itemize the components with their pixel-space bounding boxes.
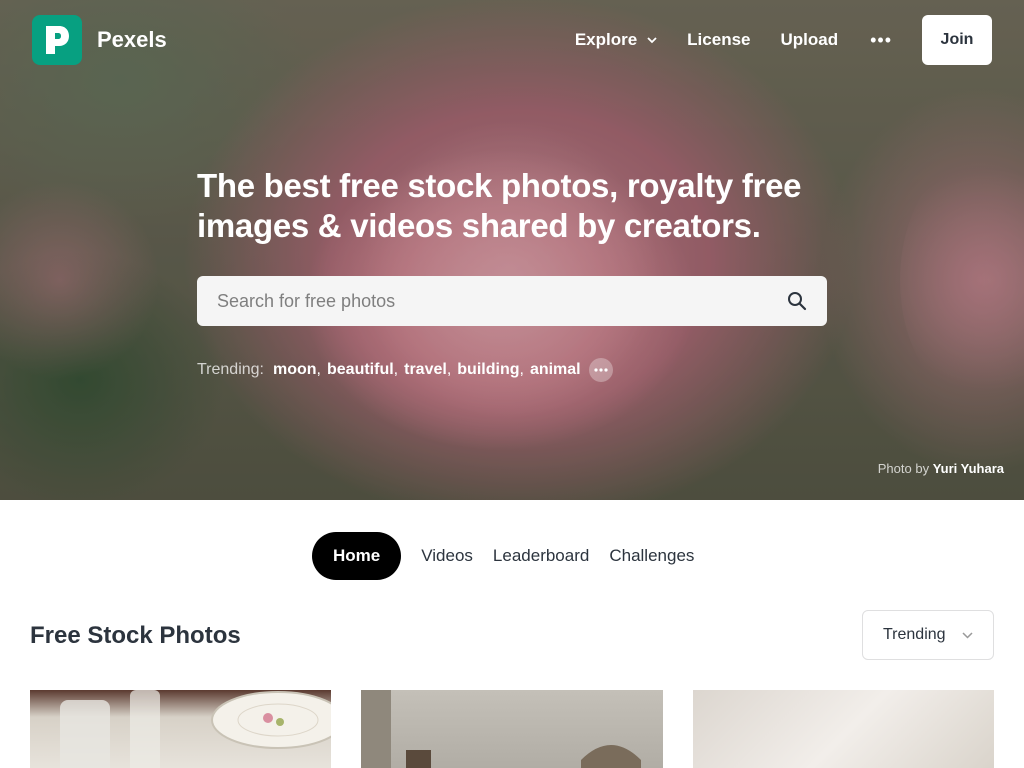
trending-tags: Trending: moon, beautiful, travel, build… (197, 358, 837, 382)
trending-tag[interactable]: beautiful (327, 361, 394, 379)
trending-label: Trending: (197, 361, 264, 378)
trending-tag[interactable]: building (457, 361, 519, 379)
nav-links: Explore License Upload ••• Join (575, 15, 992, 65)
pexels-logo[interactable] (32, 15, 82, 65)
hero-content: The best free stock photos, royalty free… (197, 166, 837, 382)
photo-thumbnail (60, 690, 331, 768)
pexels-logo-icon (46, 26, 69, 54)
photo-tile[interactable] (693, 690, 994, 768)
tab-home[interactable]: Home (312, 532, 402, 580)
more-tags-button[interactable] (588, 358, 613, 382)
trending-tag[interactable]: animal (530, 361, 581, 379)
nav-explore-label: Explore (574, 30, 638, 49)
nav-license[interactable]: License (687, 30, 750, 50)
join-button[interactable]: Join (922, 15, 992, 65)
photo-credit: Photo by Yuri Yuhara (878, 461, 1004, 476)
tab-videos[interactable]: Videos (421, 546, 473, 566)
hero-headline: The best free stock photos, royalty free… (197, 167, 802, 244)
ellipsis-icon[interactable]: ••• (870, 30, 892, 51)
search-input[interactable]: Search for free photos (217, 291, 787, 312)
chevron-down-icon (647, 36, 657, 43)
search-bar[interactable]: Search for free photos (197, 276, 827, 326)
sort-value: Trending (883, 626, 946, 643)
section-title: Free Stock Photos (30, 622, 241, 649)
trending-tag[interactable]: travel (404, 361, 447, 379)
sort-dropdown[interactable]: Trending (862, 610, 994, 660)
section-tabs: Home Videos Leaderboard Challenges (312, 532, 714, 580)
search-icon[interactable] (787, 291, 807, 311)
tab-leaderboard[interactable]: Leaderboard (493, 546, 589, 566)
photo-thumbnail (361, 690, 641, 768)
credit-author-link[interactable]: Yuri Yuhara (933, 461, 1004, 476)
nav-upload[interactable]: Upload (780, 30, 838, 50)
brand-name[interactable]: Pexels (97, 27, 167, 53)
tab-challenges[interactable]: Challenges (609, 546, 694, 566)
top-navbar: Pexels Explore License Upload ••• Join (32, 15, 992, 65)
credit-prefix: Photo by (877, 461, 930, 476)
trending-tag[interactable]: moon (273, 361, 317, 379)
photo-tile[interactable] (30, 690, 331, 768)
chevron-down-icon (962, 631, 973, 639)
ellipsis-icon (594, 368, 608, 372)
photo-tile[interactable] (361, 690, 663, 768)
nav-explore[interactable]: Explore (575, 30, 657, 50)
